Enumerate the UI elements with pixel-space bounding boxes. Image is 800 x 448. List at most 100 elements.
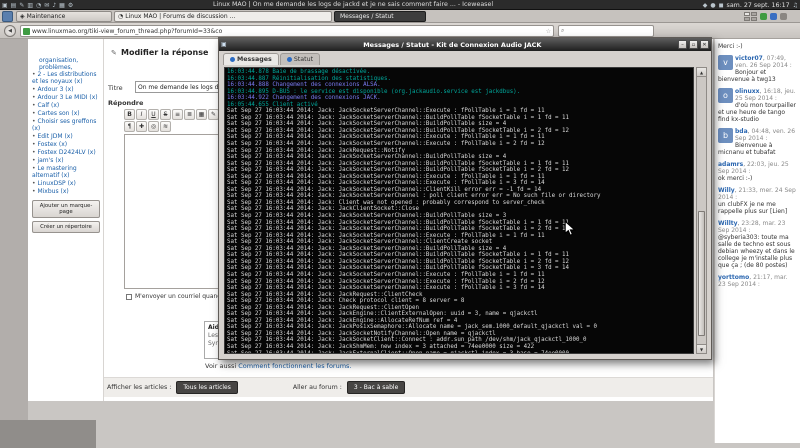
- sidebar-category-link[interactable]: Fostex (x): [32, 141, 100, 148]
- see-also-label: Voir aussi: [205, 362, 236, 370]
- filter-articles-label: Afficher les articles :: [107, 384, 171, 391]
- taskbar-launcher-icon[interactable]: [2, 11, 13, 22]
- url-bar[interactable]: www.linuxmao.org/tiki-view_forum_thread.…: [20, 25, 554, 37]
- chat-message[interactable]: o olinuxx16:18, jeu. 25 Sep 2014 : d'où …: [718, 88, 797, 123]
- chat-message[interactable]: b bda04:48, ven. 26 Sep 2014 : Bienvenue…: [718, 128, 797, 156]
- applications-menu-icon[interactable]: ▣: [2, 1, 8, 10]
- chat-text: @syberia303: toute ma salle de techno es…: [718, 234, 797, 269]
- tray-status-icon-gray[interactable]: [790, 13, 797, 20]
- chat-user-link[interactable]: olinuxx: [735, 88, 763, 95]
- chat-user-link[interactable]: Willty: [718, 220, 741, 227]
- sidebar-category-link[interactable]: Choisir ses greffons (x): [32, 118, 100, 132]
- format-button[interactable]: ¶: [124, 121, 135, 132]
- chat-message[interactable]: yorttomo21:17, mar. 23 Sep 2014 :: [718, 274, 797, 288]
- mail-icon[interactable]: ✉: [44, 1, 49, 10]
- maximize-button[interactable]: ▫: [689, 40, 698, 49]
- clock[interactable]: sam. 27 sept. 16:17: [727, 2, 790, 9]
- format-button[interactable]: ◎: [148, 121, 159, 132]
- sidebar-action-button[interactable]: Ajouter un marque-page: [32, 200, 100, 218]
- text-editor-icon[interactable]: ✎: [19, 1, 24, 10]
- chat-user-link[interactable]: victor07: [735, 55, 767, 62]
- sidebar-category-link[interactable]: jam's (x): [32, 157, 100, 164]
- chat-text: ok merci :-): [718, 175, 797, 182]
- email-notify-checkbox[interactable]: [126, 294, 132, 300]
- audio-player-icon[interactable]: ♪: [52, 1, 56, 10]
- chat-message[interactable]: Merci :-): [718, 43, 797, 50]
- browser-icon[interactable]: ◔: [36, 1, 41, 10]
- taskbar-window-label: Maintenance: [27, 13, 66, 20]
- filter-articles-select[interactable]: Tous les articles: [176, 381, 238, 394]
- format-button[interactable]: I: [136, 109, 147, 120]
- email-notify-row: M'envoyer un courriel quand on y répond: [126, 293, 219, 300]
- sidebar-category-link[interactable]: Edit JDM (x): [32, 133, 100, 140]
- page-title: Modifier la réponse: [121, 48, 221, 57]
- volume-icon[interactable]: ♫: [793, 1, 798, 10]
- sidebar-link-fragment[interactable]: organisation,: [39, 57, 100, 64]
- sidebar-category-link[interactable]: Calf (x): [32, 102, 100, 109]
- jack-log-output[interactable]: 16:03:44.878 Baie de brassage désactivée…: [224, 67, 694, 354]
- format-button[interactable]: S: [160, 109, 171, 120]
- chat-text: Bienvenue à micnanu et tubafat: [718, 142, 797, 156]
- scroll-down-icon[interactable]: ▼: [697, 344, 706, 353]
- minimize-button[interactable]: –: [678, 40, 687, 49]
- chat-user-link[interactable]: yorttomo: [718, 274, 753, 281]
- chat-message[interactable]: adamrs22:03, jeu. 25 Sep 2014 : ok merci…: [718, 161, 797, 182]
- mixer-icon[interactable]: ▦: [59, 1, 65, 10]
- network-tray-icon[interactable]: ◆: [703, 1, 708, 10]
- sidebar-category-link[interactable]: Cartes son (x): [32, 110, 100, 117]
- bookmark-star-icon[interactable]: ☆: [546, 28, 551, 35]
- tray-status-icon-green[interactable]: [770, 13, 777, 20]
- format-button[interactable]: B: [124, 109, 135, 120]
- sidebar-link-fragment[interactable]: problèmes,: [39, 64, 100, 71]
- avatar[interactable]: o: [718, 88, 733, 103]
- chat-user-link[interactable]: adamrs: [718, 161, 747, 168]
- scrollbar-thumb[interactable]: [698, 211, 705, 336]
- chat-message[interactable]: Willty23:28, mar. 23 Sep 2014 : @syberia…: [718, 220, 797, 269]
- chat-message[interactable]: Willy21:33, mer. 24 Sep 2014 : un clubFX…: [718, 187, 797, 215]
- tray-status-icon-red[interactable]: [760, 13, 767, 20]
- jack-tab[interactable]: Statut: [280, 53, 320, 65]
- back-button[interactable]: ◀: [4, 25, 16, 37]
- format-button[interactable]: ▦: [196, 109, 207, 120]
- chat-user-link[interactable]: Willy: [718, 187, 739, 194]
- sidebar-category-link[interactable]: Ardour 3 (x): [32, 86, 100, 93]
- forum-sidebar: organisation,problèmes, 2 - Les distribu…: [28, 39, 104, 401]
- chat-message[interactable]: v victor0707:49, ven. 26 Sep 2014 : Bonj…: [718, 55, 797, 83]
- sidebar-category-link[interactable]: Mixbus (x): [32, 188, 100, 195]
- file-manager-icon[interactable]: ▥: [27, 1, 33, 10]
- url-text[interactable]: www.linuxmao.org/tiki-view_forum_thread.…: [32, 28, 544, 35]
- sidebar-category-link[interactable]: 2 - Les distributions et les noyaux (x): [32, 71, 100, 85]
- format-button[interactable]: ≡: [172, 109, 183, 120]
- sidebar-category-link[interactable]: LinuxDSP (x): [32, 180, 100, 187]
- sidebar-category-link[interactable]: Ardour 3 Le MIDI (x): [32, 94, 100, 101]
- terminal-icon[interactable]: ▤: [11, 1, 17, 10]
- jack-tab[interactable]: Messages: [223, 53, 279, 65]
- format-button[interactable]: ≣: [184, 109, 195, 120]
- page-left-margin: [0, 39, 28, 448]
- chat-user-link[interactable]: bda: [735, 128, 751, 135]
- taskbar-window-button[interactable]: Messages / Statut: [334, 11, 426, 22]
- search-input[interactable]: ⌕: [558, 25, 654, 37]
- avatar[interactable]: v: [718, 55, 733, 70]
- log-scrollbar[interactable]: ▲ ▼: [696, 67, 707, 354]
- sidebar-category-link[interactable]: Le mastering alternatif (x): [32, 165, 100, 179]
- tray-status-icon-blue[interactable]: [780, 13, 787, 20]
- format-button[interactable]: ✚: [136, 121, 147, 132]
- sidebar-action-button[interactable]: Créer un répertoire: [32, 221, 100, 233]
- taskbar-window-button[interactable]: ◈ Maintenance: [16, 11, 112, 22]
- update-tray-icon[interactable]: ●: [710, 1, 715, 10]
- format-button[interactable]: U: [148, 109, 159, 120]
- jack-window-titlebar[interactable]: ▣ Messages / Statut - Kit de Connexion A…: [219, 38, 711, 51]
- scroll-up-icon[interactable]: ▲: [697, 68, 706, 77]
- avatar[interactable]: b: [718, 128, 733, 143]
- close-button[interactable]: ✕: [700, 40, 709, 49]
- sidebar-category-link[interactable]: Fostex D2424LV (x): [32, 149, 100, 156]
- jack-tray-icon[interactable]: ◼: [719, 1, 724, 10]
- goto-forum-select[interactable]: 3 - Bac à sable: [347, 381, 405, 394]
- taskbar-window-button[interactable]: ◔ Linux MAO | Forums de discussion ...: [114, 11, 332, 22]
- see-also-link[interactable]: Comment fonctionnent les forums.: [238, 362, 351, 370]
- workspace-pager[interactable]: [744, 12, 757, 21]
- format-button[interactable]: ≋: [160, 121, 171, 132]
- editor-toolbar-row2: ¶ ✚ ◎ ≋: [124, 121, 171, 132]
- settings-icon[interactable]: ⚙: [68, 1, 73, 10]
